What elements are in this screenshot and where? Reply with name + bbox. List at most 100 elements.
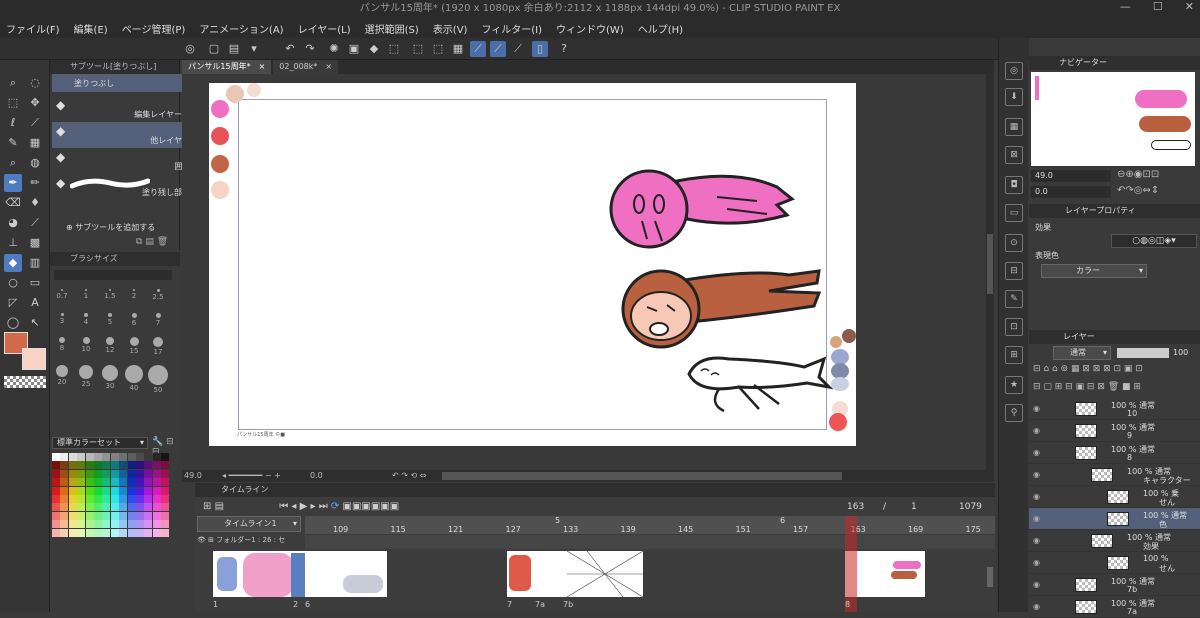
color-swatch[interactable] xyxy=(144,511,153,520)
color-swatch[interactable] xyxy=(85,486,94,495)
close-button[interactable]: ✕ xyxy=(1185,0,1194,18)
color-swatch[interactable] xyxy=(144,469,153,478)
color-swatch[interactable] xyxy=(152,511,161,520)
color-swatch[interactable] xyxy=(152,478,161,487)
color-swatch[interactable] xyxy=(161,486,170,495)
frame-icon[interactable]: ▭ xyxy=(26,274,44,292)
eye-icon[interactable]: ◉ xyxy=(1033,602,1040,611)
color-swatch[interactable] xyxy=(152,453,161,461)
end-frame[interactable]: 1079 xyxy=(959,502,982,512)
monitor-icon[interactable]: ▭ xyxy=(1005,204,1023,222)
zoom-icon[interactable]: ⌕ xyxy=(4,74,22,92)
color-swatch[interactable] xyxy=(77,469,86,478)
layer-tool-row[interactable]: ⊟ ⌂ ⌂ ⊚ ▦ ⊠ ⊠ ⊠ ⊡ ▣ ⊡ xyxy=(1033,364,1143,374)
color-swatch[interactable] xyxy=(68,503,77,512)
color-swatch[interactable] xyxy=(152,520,161,529)
canvas-vertical-scrollbar[interactable] xyxy=(986,74,994,470)
color-swatch[interactable] xyxy=(152,486,161,495)
maximize-button[interactable]: ☐ xyxy=(1153,0,1163,18)
save-icon[interactable]: ▾ xyxy=(246,41,262,57)
snap-ruler-icon[interactable]: ⟋ xyxy=(470,41,486,57)
eye-icon[interactable]: ◉ xyxy=(1033,558,1040,567)
color-swatch[interactable] xyxy=(60,528,69,537)
color-swatch[interactable] xyxy=(68,453,77,461)
color-swatch[interactable] xyxy=(110,461,119,470)
pin-icon[interactable]: ⊙ xyxy=(1005,234,1023,252)
color-swatch[interactable] xyxy=(68,486,77,495)
color-swatch[interactable] xyxy=(85,511,94,520)
brush-size-cell[interactable]: 7 xyxy=(146,310,170,334)
color-swatch[interactable] xyxy=(119,520,128,529)
brush-size-cell[interactable]: 6 xyxy=(122,310,146,334)
water-drop-icon[interactable]: ◕ xyxy=(4,214,22,232)
snap-special-ruler-icon[interactable]: ⟋ xyxy=(490,41,506,57)
timeline-track-icon[interactable]: ▤ xyxy=(215,501,224,512)
color-swatch[interactable] xyxy=(119,469,128,478)
brush-size-cell[interactable]: 10 xyxy=(74,334,98,358)
color-swatch[interactable] xyxy=(77,511,86,520)
add-subtool-button[interactable]: ⊕ サブツールを追加する xyxy=(66,222,155,233)
eye-icon[interactable]: ◉ xyxy=(1033,580,1040,589)
new-file-icon[interactable]: ▢ xyxy=(206,41,222,57)
color-swatch[interactable] xyxy=(52,511,60,520)
brush-size-cell[interactable]: 5 xyxy=(98,310,122,334)
color-swatch[interactable] xyxy=(152,461,161,470)
menu-filter[interactable]: フィルター(I) xyxy=(481,21,542,36)
color-swatch[interactable] xyxy=(161,453,170,461)
timeline-scrollbar[interactable] xyxy=(987,567,993,587)
color-swatch[interactable] xyxy=(110,528,119,537)
color-swatch[interactable] xyxy=(60,461,69,470)
layer-row[interactable]: ◉ 100 % 通常 7a xyxy=(1029,596,1200,618)
navigator-icon[interactable]: ◎ xyxy=(1005,62,1023,80)
expression-color-select[interactable]: カラー ▾ xyxy=(1041,264,1147,278)
color-swatch[interactable] xyxy=(85,461,94,470)
color-swatch[interactable] xyxy=(94,520,102,529)
color-swatch[interactable] xyxy=(152,469,161,478)
brush-size-cell[interactable]: 20 xyxy=(50,362,74,386)
move-icon[interactable]: ✥ xyxy=(26,94,44,112)
angle-readout[interactable]: 0.0 xyxy=(310,471,323,480)
color-swatch[interactable] xyxy=(119,495,128,503)
lasso-icon[interactable]: ℓ xyxy=(4,114,22,132)
pencil-icon[interactable]: ✏ xyxy=(26,174,44,192)
color-swatch[interactable] xyxy=(68,528,77,537)
brush-size-cell[interactable]: 1.5 xyxy=(98,286,122,310)
color-swatch[interactable] xyxy=(161,528,170,537)
color-swatch[interactable] xyxy=(77,486,86,495)
layer-row[interactable]: ◉ 100 % 通常 10 xyxy=(1029,398,1200,420)
grid-panel-icon[interactable]: ▦ xyxy=(1005,118,1023,136)
color-swatch[interactable] xyxy=(94,469,102,478)
eraser-icon[interactable]: ⌫ xyxy=(4,194,22,212)
color-swatch[interactable] xyxy=(60,453,69,461)
color-swatch[interactable] xyxy=(94,495,102,503)
color-swatch[interactable] xyxy=(110,503,119,512)
color-swatch[interactable] xyxy=(144,495,153,503)
loop-icon[interactable]: ⟳ xyxy=(331,501,339,512)
copy-icon[interactable]: ▤ xyxy=(145,237,154,247)
color-swatch[interactable] xyxy=(52,478,60,487)
color-swatch[interactable] xyxy=(102,528,111,537)
color-swatch[interactable] xyxy=(102,461,111,470)
color-swatch[interactable] xyxy=(77,528,86,537)
zoom-readout[interactable]: 49.0 xyxy=(184,471,202,480)
airbrush-icon[interactable]: ▩ xyxy=(26,234,44,252)
color-swatch[interactable] xyxy=(127,520,136,529)
menu-help[interactable]: ヘルプ(H) xyxy=(638,21,683,36)
eye-icon[interactable]: ◉ xyxy=(1033,404,1040,413)
stamp-icon[interactable]: ⊥ xyxy=(4,234,22,252)
figure-icon[interactable]: ○ xyxy=(4,274,22,292)
layer-row[interactable]: ◉ 100 % 通常 効果 xyxy=(1029,530,1200,552)
figure-panel-icon[interactable]: ⚲ xyxy=(1005,404,1023,422)
color-swatch[interactable] xyxy=(60,478,69,487)
color-swatch[interactable] xyxy=(52,453,60,461)
color-swatch[interactable] xyxy=(144,520,153,529)
color-swatch[interactable] xyxy=(60,495,69,503)
color-swatch[interactable] xyxy=(127,461,136,470)
brush-size-cell[interactable]: 12 xyxy=(98,334,122,358)
menu-selection[interactable]: 選択範囲(S) xyxy=(365,21,419,36)
navigator-zoom-buttons[interactable]: ⊖⊕◉⊡⊡ xyxy=(1117,169,1159,180)
color-swatch[interactable] xyxy=(52,486,60,495)
color-swatch[interactable] xyxy=(161,520,170,529)
color-swatch[interactable] xyxy=(161,469,170,478)
color-swatch[interactable] xyxy=(102,453,111,461)
